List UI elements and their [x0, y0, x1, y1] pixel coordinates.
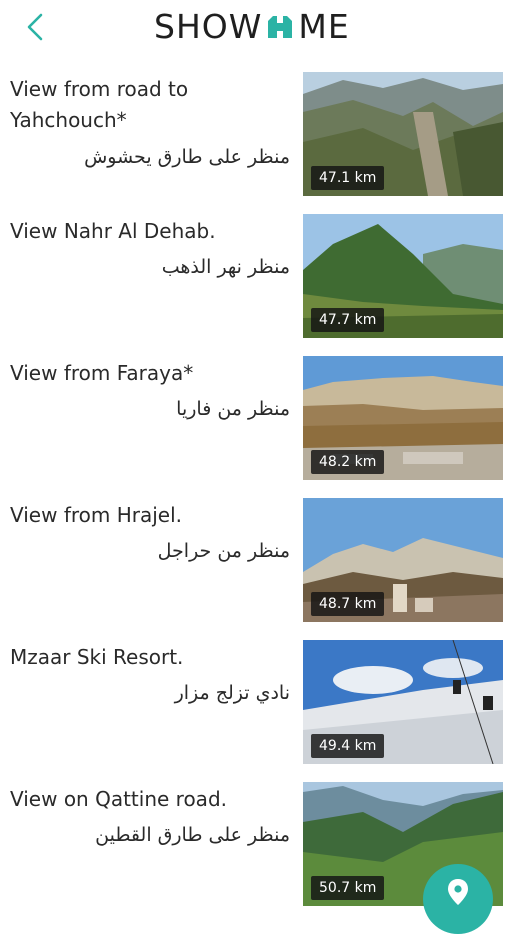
distance-badge: 48.2 km: [311, 450, 385, 474]
place-arabic-name: منظر على طارق يحشوش: [84, 146, 290, 168]
list-item[interactable]: View from Faraya* منظر من فاريا 48.2 km: [0, 354, 506, 496]
place-title: View from Faraya*: [10, 361, 194, 385]
place-thumbnail[interactable]: 48.7 km: [303, 498, 503, 622]
list-item[interactable]: View from Hrajel. منظر من حراجل 48.7 km: [0, 496, 506, 638]
app-logo: SHOW ME: [154, 6, 350, 46]
distance-badge: 50.7 km: [311, 876, 385, 900]
distance-badge: 47.7 km: [311, 308, 385, 332]
place-thumbnail[interactable]: 48.2 km: [303, 356, 503, 480]
distance-badge: 49.4 km: [311, 734, 385, 758]
map-fab-button[interactable]: [423, 864, 493, 934]
place-title: View from road to Yahchouch*: [10, 77, 189, 132]
chevron-left-icon: [27, 13, 43, 41]
logo-text-right: ME: [298, 6, 350, 46]
distance-badge: 48.7 km: [311, 592, 385, 616]
distance-badge: 47.1 km: [311, 166, 385, 190]
place-title: View Nahr Al Dehab.: [10, 219, 216, 243]
binoculars-icon: [265, 11, 295, 41]
place-thumbnail[interactable]: 47.1 km: [303, 72, 503, 196]
place-arabic-name: منظر من حراجل: [157, 540, 290, 562]
back-button[interactable]: [18, 10, 52, 44]
app-header: SHOW ME: [0, 0, 506, 58]
list-item[interactable]: Mzaar Ski Resort. نادي تزلج مزار 49.4 km: [0, 638, 506, 780]
place-title: Mzaar Ski Resort.: [10, 645, 184, 669]
map-pin-icon: [448, 879, 468, 905]
place-thumbnail[interactable]: 47.7 km: [303, 214, 503, 338]
place-title: View from Hrajel.: [10, 503, 183, 527]
place-arabic-name: منظر من فاريا: [176, 398, 290, 420]
place-arabic-name: نادي تزلج مزار: [174, 682, 290, 704]
places-list: View from road to Yahchouch* منظر على طا…: [0, 70, 506, 922]
logo-text-left: SHOW: [154, 6, 263, 46]
place-title: View on Qattine road.: [10, 787, 227, 811]
list-item[interactable]: View Nahr Al Dehab. منظر نهر الذهب 47.7 …: [0, 212, 506, 354]
list-item[interactable]: View from road to Yahchouch* منظر على طا…: [0, 70, 506, 212]
place-arabic-name: منظر نهر الذهب: [161, 256, 290, 278]
place-thumbnail[interactable]: 49.4 km: [303, 640, 503, 764]
place-arabic-name: منظر على طارق القطين: [95, 824, 290, 846]
